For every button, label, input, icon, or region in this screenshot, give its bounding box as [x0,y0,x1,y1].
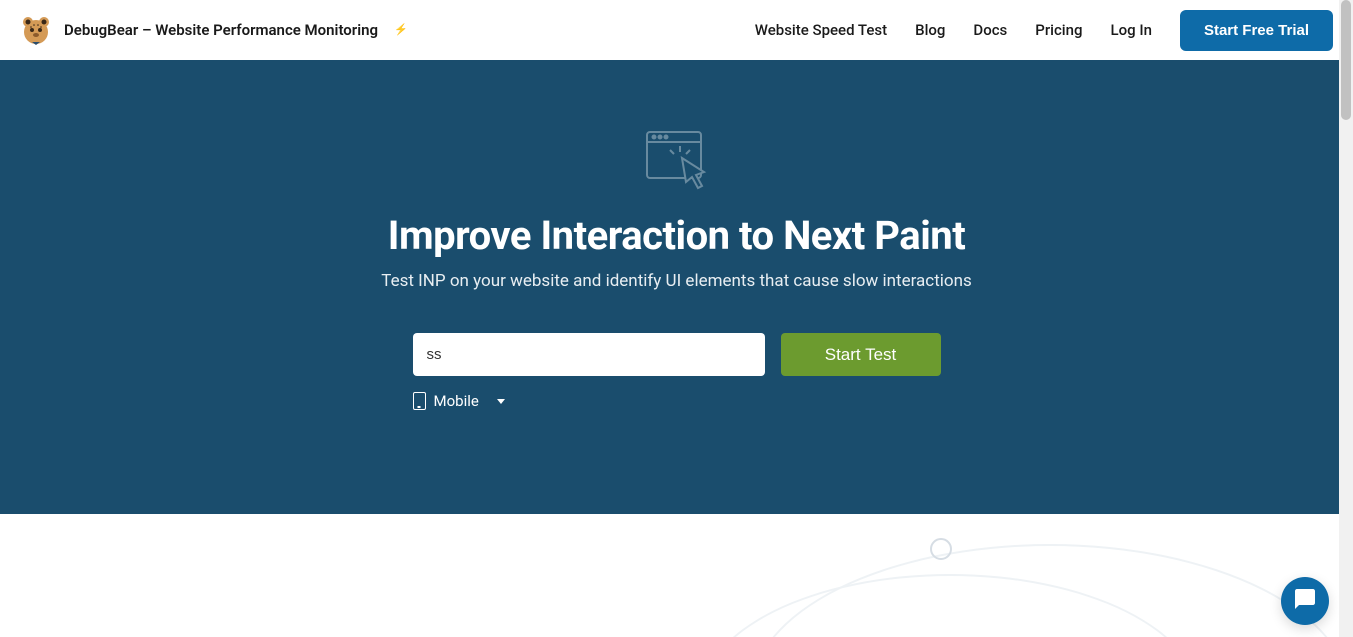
device-label: Mobile [434,392,479,410]
scrollbar-thumb[interactable] [1341,0,1351,120]
logo-icon [20,14,52,46]
nav-speed-test[interactable]: Website Speed Test [755,21,887,39]
device-selector[interactable]: Mobile [413,392,505,410]
site-header: DebugBear – Website Performance Monitori… [0,0,1353,60]
scrollbar[interactable] [1339,0,1353,637]
nav-blog[interactable]: Blog [915,21,945,39]
chat-widget-button[interactable] [1281,577,1329,625]
main-nav: Website Speed Test Blog Docs Pricing Log… [755,10,1333,51]
hero-title: Improve Interaction to Next Paint [388,212,966,259]
test-form: Start Test [413,333,941,376]
chat-icon [1293,587,1317,615]
brand-badge-icon: ⚡ [394,23,408,36]
brand[interactable]: DebugBear – Website Performance Monitori… [20,14,408,46]
start-free-trial-button[interactable]: Start Free Trial [1180,10,1333,51]
bottom-section [0,514,1353,637]
nav-docs[interactable]: Docs [973,21,1007,39]
hero-cursor-icon [642,128,712,194]
start-test-button[interactable]: Start Test [781,333,941,376]
url-input[interactable] [413,333,765,376]
chevron-down-icon [497,399,505,404]
mobile-icon [413,392,426,410]
hero-section: Improve Interaction to Next Paint Test I… [0,60,1353,514]
brand-text: DebugBear – Website Performance Monitori… [64,21,378,39]
hero-subtitle: Test INP on your website and identify UI… [381,271,972,291]
nav-pricing[interactable]: Pricing [1035,21,1082,39]
decorative-circle [930,538,952,560]
nav-login[interactable]: Log In [1111,21,1152,39]
